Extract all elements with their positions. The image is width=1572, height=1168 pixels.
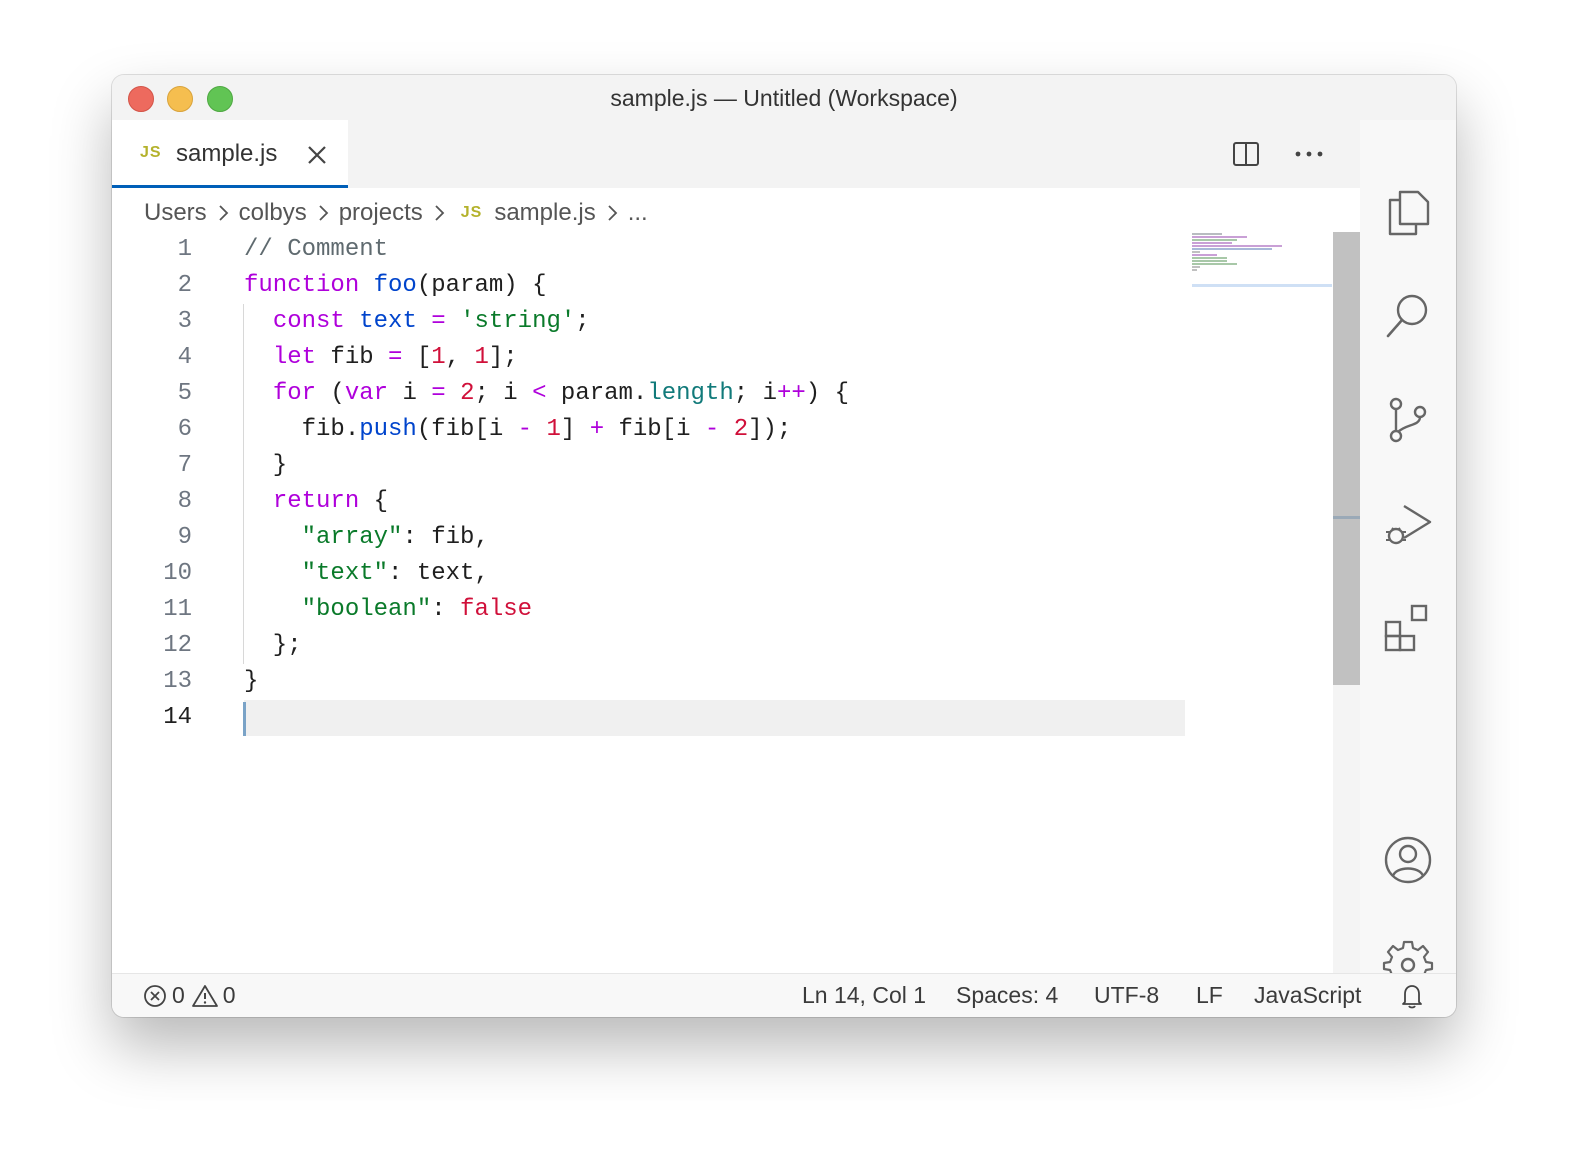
code-line[interactable]: 12 }; xyxy=(112,628,1192,664)
line-number: 9 xyxy=(177,524,192,551)
scrollbar-cursor-marker xyxy=(1333,516,1360,519)
code-line[interactable]: 11 "boolean": false xyxy=(112,592,1192,628)
code-text: } xyxy=(244,452,288,479)
search-icon[interactable] xyxy=(1382,290,1434,342)
minimap-slider[interactable] xyxy=(1192,284,1332,287)
window-title: sample.js — Untitled (Workspace) xyxy=(610,85,958,111)
split-editor-icon[interactable] xyxy=(1232,140,1260,168)
code-line[interactable]: 1 // Comment xyxy=(112,232,1192,268)
code-text: "boolean": false xyxy=(301,596,533,623)
editor-window: sample.js — Untitled (Workspace) JS samp… xyxy=(112,75,1456,1017)
code-text: } xyxy=(244,668,259,695)
warning-count: 0 xyxy=(222,982,236,1008)
warning-icon xyxy=(191,984,218,1007)
breadcrumb-item-colbys[interactable]: colbys xyxy=(239,199,307,227)
code-text: fib.push(fib[i - 1] + fib[i - 2]); xyxy=(244,416,792,443)
source-control-icon[interactable] xyxy=(1382,394,1434,446)
line-number: 11 xyxy=(163,596,192,623)
title-bar: sample.js — Untitled (Workspace) xyxy=(112,75,1456,120)
code-line[interactable]: 10 "text": text, xyxy=(112,556,1192,592)
language-mode[interactable]: JavaScript xyxy=(1254,982,1361,1009)
eol-setting[interactable]: LF xyxy=(1196,982,1223,1009)
line-number: 6 xyxy=(177,416,192,443)
encoding-setting[interactable]: UTF-8 xyxy=(1094,982,1159,1009)
cursor-position[interactable]: Ln 14, Col 1 xyxy=(802,982,926,1009)
code-line[interactable]: 13} xyxy=(112,664,1192,700)
tab-label: sample.js xyxy=(176,140,278,167)
line-number: 12 xyxy=(163,632,192,659)
code-text: "array": fib, xyxy=(301,524,489,551)
code-line[interactable]: 9 "array": fib, xyxy=(112,520,1192,556)
extensions-icon[interactable] xyxy=(1382,602,1434,654)
line-number: 2 xyxy=(177,272,192,299)
code-line[interactable]: 7 } xyxy=(112,448,1192,484)
code-text: let fib = [1, 1]; xyxy=(272,344,518,371)
line-number: 13 xyxy=(163,668,192,695)
chevron-right-icon xyxy=(219,205,228,221)
text-cursor xyxy=(243,702,246,736)
line-number: 4 xyxy=(177,344,192,371)
breadcrumb-item-projects[interactable]: projects xyxy=(339,199,423,227)
status-bar: 0 0 Ln 14, Col 1 Spaces: 4 UTF-8 LF Java… xyxy=(112,973,1456,1017)
tab-bar: JS sample.js xyxy=(112,120,1360,188)
line-number: 5 xyxy=(177,380,192,407)
code-line[interactable]: 2 function foo(param) { xyxy=(112,268,1192,304)
code-text: "text": text, xyxy=(301,560,489,587)
tab-sample-js[interactable]: JS sample.js xyxy=(112,120,348,188)
breadcrumb-item-users[interactable]: Users xyxy=(144,199,207,227)
editor-area[interactable]: Users colbys projects JS sample.js ... 1… xyxy=(112,188,1360,973)
code-line[interactable]: 8 return { xyxy=(112,484,1192,520)
line-number: 7 xyxy=(177,452,192,479)
minimap[interactable] xyxy=(1192,232,1332,286)
run-debug-icon[interactable] xyxy=(1382,498,1434,550)
chevron-right-icon xyxy=(435,205,445,221)
code-line[interactable]: 4 let fib = [1, 1]; xyxy=(112,340,1192,376)
scrollbar-thumb[interactable] xyxy=(1333,232,1360,685)
line-number: 1 xyxy=(177,236,192,263)
explorer-icon[interactable] xyxy=(1382,186,1434,238)
code-line[interactable]: 3 const text = 'string'; xyxy=(112,304,1192,340)
code-text: }; xyxy=(244,632,302,659)
code-text: return { xyxy=(272,488,389,515)
code-line[interactable]: 5 for (var i = 2; i < param.length; i++)… xyxy=(112,376,1192,412)
code-text: function foo(param) { xyxy=(244,272,547,299)
close-icon[interactable] xyxy=(304,142,330,168)
breadcrumb-item-more[interactable]: ... xyxy=(628,199,648,227)
line-number: 14 xyxy=(163,704,192,731)
code-text: for (var i = 2; i < param.length; i++) { xyxy=(272,380,850,407)
js-file-icon: JS xyxy=(460,204,483,221)
more-actions-icon[interactable] xyxy=(1292,140,1326,168)
code-line-current[interactable]: 14 xyxy=(112,700,1192,736)
bell-icon xyxy=(1402,985,1422,1009)
code-editor[interactable]: 1 // Comment 2 function foo(param) { 3 con… xyxy=(112,232,1192,736)
code-text: // Comment xyxy=(244,236,389,263)
breadcrumb-item-file[interactable]: sample.js xyxy=(494,199,595,227)
notifications-button[interactable] xyxy=(1398,982,1430,1010)
code-line[interactable]: 6 fib.push(fib[i - 1] + fib[i - 2]); xyxy=(112,412,1192,448)
code-text: const text = 'string'; xyxy=(272,308,590,335)
line-number: 3 xyxy=(177,308,192,335)
line-number: 10 xyxy=(163,560,192,587)
line-number: 8 xyxy=(177,488,192,515)
chevron-right-icon xyxy=(608,205,617,221)
indentation-setting[interactable]: Spaces: 4 xyxy=(956,982,1058,1009)
account-icon[interactable] xyxy=(1382,834,1434,886)
error-count: 0 xyxy=(172,982,185,1008)
chevron-right-icon xyxy=(319,205,328,221)
error-icon xyxy=(144,984,166,1007)
js-file-icon: JS xyxy=(140,144,162,161)
activity-bar xyxy=(1360,120,1456,990)
problems-indicator[interactable]: 0 0 xyxy=(142,982,236,1009)
breadcrumb: Users colbys projects JS sample.js ... xyxy=(144,196,648,230)
